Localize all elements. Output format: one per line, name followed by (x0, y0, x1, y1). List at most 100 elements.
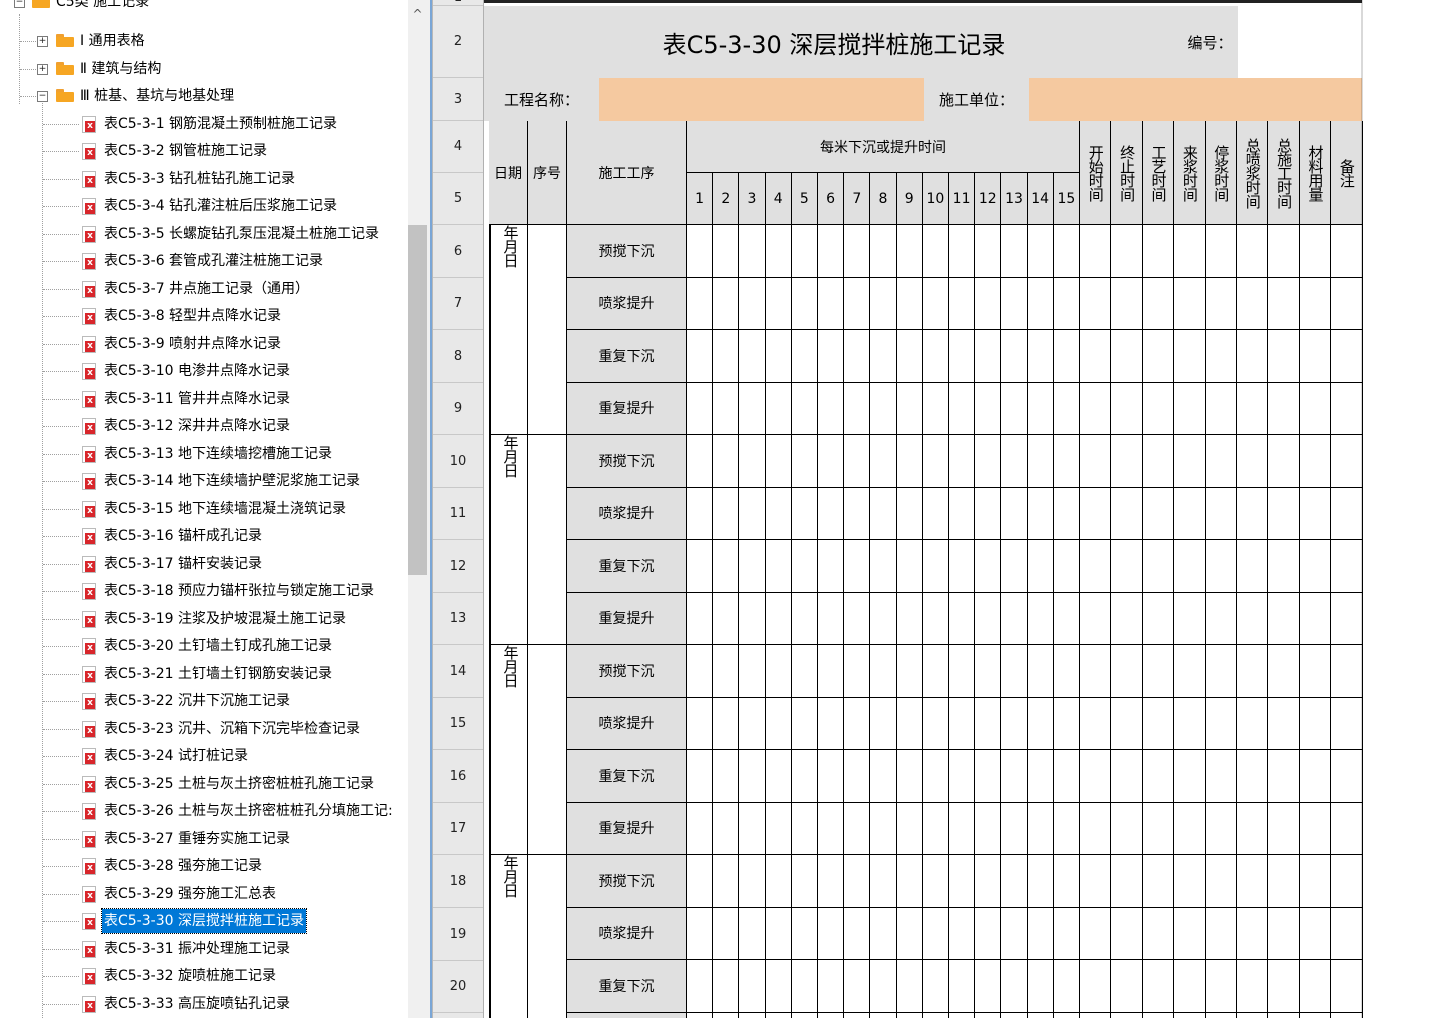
value-cell[interactable] (1331, 540, 1363, 593)
meter-cell[interactable] (922, 750, 949, 803)
value-cell[interactable] (1205, 592, 1237, 645)
meter-cell[interactable] (975, 225, 1002, 278)
meter-cell[interactable] (949, 750, 976, 803)
meter-cell[interactable] (818, 960, 845, 1013)
meter-cell[interactable] (1053, 277, 1080, 330)
value-cell[interactable] (1111, 1012, 1143, 1018)
tree-item[interactable]: 表C5-3-21 土钉墙土钉钢筋安装记录 (0, 662, 408, 686)
meter-cell[interactable] (949, 382, 976, 435)
value-cell[interactable] (1237, 435, 1269, 488)
header-meter[interactable]: 11 (949, 173, 976, 225)
value-cell[interactable] (1080, 1012, 1112, 1018)
row-number[interactable]: 13 (433, 593, 483, 645)
meter-cell[interactable] (765, 225, 792, 278)
meter-cell[interactable] (922, 382, 949, 435)
value-cell[interactable] (1237, 592, 1269, 645)
value-cell[interactable] (1268, 435, 1300, 488)
meter-cell[interactable] (975, 855, 1002, 908)
header-vertical[interactable]: 开始时间 (1080, 121, 1112, 225)
meter-cell[interactable] (791, 592, 818, 645)
header-meter[interactable]: 12 (975, 173, 1002, 225)
meter-cell[interactable] (818, 1012, 845, 1018)
meter-cell[interactable] (739, 487, 766, 540)
value-cell[interactable] (1331, 277, 1363, 330)
value-cell[interactable] (1205, 487, 1237, 540)
tree-item[interactable]: 表C5-3-15 地下连续墙混凝土浇筑记录 (0, 497, 408, 521)
tree-item[interactable]: 表C5-3-4 钻孔灌注桩后压浆施工记录 (0, 194, 408, 218)
meter-cell[interactable] (1053, 435, 1080, 488)
meter-cell[interactable] (739, 330, 766, 383)
meter-cell[interactable] (844, 277, 871, 330)
value-cell[interactable] (1299, 907, 1332, 960)
header-meter[interactable]: 3 (739, 173, 766, 225)
meter-cell[interactable] (739, 435, 766, 488)
meter-cell[interactable] (1001, 907, 1028, 960)
value-cell[interactable] (1268, 592, 1300, 645)
expand-icon[interactable]: + (37, 63, 48, 75)
meter-cell[interactable] (1001, 382, 1028, 435)
value-cell[interactable] (1331, 750, 1363, 803)
value-cell[interactable] (1142, 330, 1175, 383)
meter-cell[interactable] (791, 855, 818, 908)
meter-cell[interactable] (975, 592, 1002, 645)
row-number[interactable]: 7 (433, 278, 483, 330)
header-seq[interactable]: 序号 (528, 121, 567, 225)
tree-item[interactable]: 表C5-3-28 强夯施工记录 (0, 854, 408, 878)
value-cell[interactable] (1299, 645, 1332, 698)
tree-item[interactable]: 表C5-3-24 试打桩记录 (0, 744, 408, 768)
scroll-up-arrow-icon[interactable]: ^ (408, 4, 427, 24)
meter-cell[interactable] (818, 750, 845, 803)
meter-cell[interactable] (949, 540, 976, 593)
meter-cell[interactable] (818, 225, 845, 278)
tree-group-1[interactable]: + Ⅰ 通用表格 (0, 29, 408, 53)
value-cell[interactable] (1142, 592, 1175, 645)
tree-item[interactable]: 表C5-3-6 套管成孔灌注桩施工记录 (0, 249, 408, 273)
process-step[interactable]: 重复提升 (567, 382, 687, 435)
process-step[interactable]: 喷浆提升 (567, 697, 687, 750)
meter-cell[interactable] (1027, 277, 1054, 330)
value-cell[interactable] (1111, 907, 1143, 960)
meter-cell[interactable] (870, 225, 897, 278)
value-cell[interactable] (1299, 697, 1332, 750)
meter-cell[interactable] (949, 592, 976, 645)
meter-cell[interactable] (1001, 750, 1028, 803)
header-process[interactable]: 施工工序 (567, 121, 687, 225)
row-number[interactable]: 17 (433, 803, 483, 855)
meter-cell[interactable] (949, 645, 976, 698)
meter-cell[interactable] (1027, 225, 1054, 278)
value-cell[interactable] (1111, 960, 1143, 1013)
header-meter[interactable]: 7 (844, 173, 871, 225)
value-cell[interactable] (1237, 907, 1269, 960)
meter-cell[interactable] (1053, 487, 1080, 540)
meter-cell[interactable] (687, 382, 714, 435)
meter-cell[interactable] (870, 487, 897, 540)
value-cell[interactable] (1111, 330, 1143, 383)
meter-cell[interactable] (765, 960, 792, 1013)
row-number[interactable]: 3 (433, 78, 483, 121)
meter-cell[interactable] (739, 697, 766, 750)
value-cell[interactable] (1205, 382, 1237, 435)
value-cell[interactable] (1142, 540, 1175, 593)
process-step[interactable]: 重复下沉 (567, 960, 687, 1013)
meter-cell[interactable] (818, 330, 845, 383)
meter-cell[interactable] (975, 540, 1002, 593)
meter-cell[interactable] (896, 802, 923, 855)
value-cell[interactable] (1205, 855, 1237, 908)
meter-cell[interactable] (870, 697, 897, 750)
meter-cell[interactable] (791, 960, 818, 1013)
meter-cell[interactable] (949, 1012, 976, 1018)
meter-cell[interactable] (765, 330, 792, 383)
meter-cell[interactable] (896, 487, 923, 540)
tree-item[interactable]: 表C5-3-18 预应力锚杆张拉与锁定施工记录 (0, 579, 408, 603)
project-label[interactable]: 工程名称： (484, 78, 599, 121)
value-cell[interactable] (1299, 540, 1332, 593)
meter-cell[interactable] (818, 435, 845, 488)
meter-cell[interactable] (1054, 1012, 1080, 1018)
meter-cell[interactable] (739, 277, 766, 330)
value-cell[interactable] (1237, 225, 1269, 278)
header-vertical[interactable]: 来浆时间 (1174, 121, 1206, 225)
value-cell[interactable] (1331, 802, 1363, 855)
value-cell[interactable] (1237, 802, 1269, 855)
meter-cell[interactable] (818, 802, 845, 855)
meter-cell[interactable] (1027, 907, 1054, 960)
